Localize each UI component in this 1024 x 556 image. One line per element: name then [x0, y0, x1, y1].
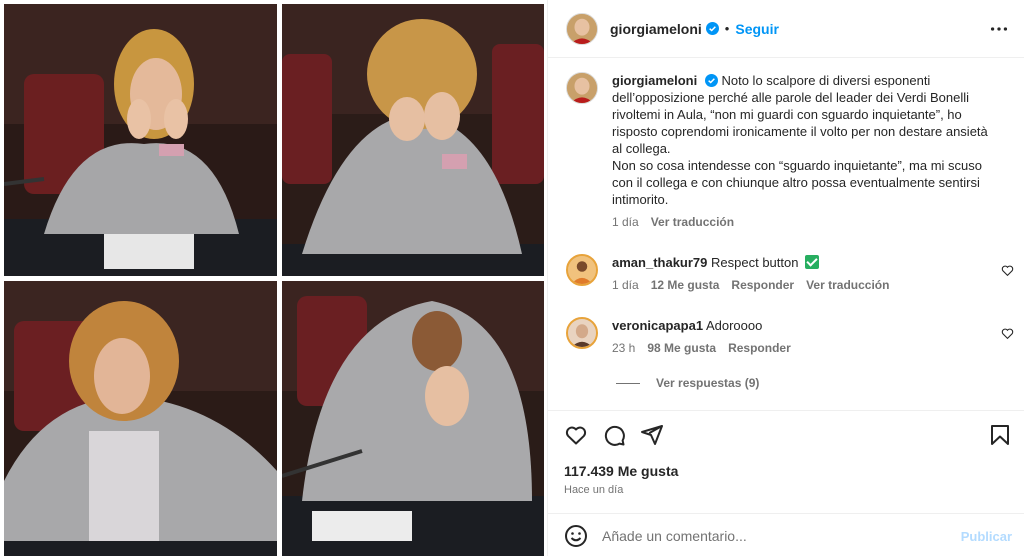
photo-jacket-over-head	[282, 281, 544, 556]
post-media[interactable]	[0, 0, 548, 556]
caption-age: 1 día	[612, 215, 639, 229]
comment-body: veronicapapa1 Adoroooo 23 h 98 Me gusta …	[612, 317, 992, 357]
author-avatar[interactable]	[566, 12, 598, 45]
photo-face-covered-hands	[282, 4, 544, 276]
check-emoji-icon	[805, 255, 820, 269]
emoji-icon[interactable]	[564, 524, 588, 548]
author-username[interactable]: giorgiameloni	[610, 21, 702, 37]
reply-button[interactable]: Responder	[731, 277, 794, 294]
caption: giorgiameloni Noto lo scalpore di divers…	[566, 72, 992, 231]
comment-meta: 23 h 98 Me gusta Responder	[612, 340, 992, 357]
heart-icon[interactable]	[564, 423, 588, 447]
comment-item: aman_thakur79 Respect button 1 día 12 Me…	[566, 254, 992, 294]
bookmark-icon[interactable]	[988, 423, 1012, 447]
post-timestamp: Hace un día	[564, 484, 624, 496]
verified-badge-icon	[704, 74, 718, 87]
comment-input[interactable]	[602, 527, 942, 544]
comments-section[interactable]: giorgiameloni Noto lo scalpore di divers…	[548, 58, 1024, 410]
photo-grimace-arms-open	[4, 281, 277, 556]
caption-body: giorgiameloni Noto lo scalpore di divers…	[612, 72, 992, 231]
reply-button[interactable]: Responder	[728, 340, 791, 357]
comment-body: aman_thakur79 Respect button 1 día 12 Me…	[612, 254, 992, 294]
comment-username[interactable]: aman_thakur79	[612, 255, 707, 270]
commenter-avatar[interactable]	[566, 317, 598, 349]
caption-avatar[interactable]	[566, 72, 598, 104]
comment-username[interactable]: veronicapapa1	[612, 318, 703, 333]
share-icon[interactable]	[640, 423, 664, 447]
comment-translate-link[interactable]: Ver traducción	[806, 277, 889, 294]
follow-button[interactable]: Seguir	[735, 21, 779, 37]
commenter-avatar[interactable]	[566, 254, 598, 286]
action-icons	[564, 423, 664, 447]
post-header: giorgiameloni • Seguir	[548, 0, 1024, 58]
comment-age: 23 h	[612, 341, 636, 355]
view-replies-label: Ver respuestas (9)	[656, 376, 760, 390]
comment-age: 1 día	[612, 278, 639, 292]
caption-text-2: Non so cosa intendesse con “sguardo inqu…	[612, 158, 982, 207]
verified-badge-icon	[705, 22, 719, 35]
comment-likes[interactable]: 98 Me gusta	[647, 340, 716, 357]
publish-button[interactable]: Publicar	[961, 529, 1012, 544]
comment-meta: 1 día 12 Me gusta Responder Ver traducci…	[612, 277, 992, 294]
heart-icon[interactable]	[1001, 264, 1014, 277]
caption-translate-link[interactable]: Ver traducción	[651, 214, 734, 231]
caption-meta: 1 día Ver traducción	[612, 214, 992, 231]
heart-icon[interactable]	[1001, 327, 1014, 340]
caption-username[interactable]: giorgiameloni	[612, 73, 697, 88]
photo-hands-on-cheeks	[4, 4, 277, 276]
comment-text: Adoroooo	[705, 318, 763, 333]
comment-text: Respect button	[711, 255, 799, 270]
comment-likes[interactable]: 12 Me gusta	[651, 277, 720, 294]
comment-composer: Publicar	[548, 513, 1024, 556]
replies-line	[616, 382, 640, 384]
comment-item: veronicapapa1 Adoroooo 23 h 98 Me gusta …	[566, 317, 992, 357]
more-options-icon[interactable]	[988, 18, 1010, 40]
header-separator: •	[724, 21, 730, 36]
view-replies-link[interactable]: Ver respuestas (9)	[616, 376, 759, 390]
instagram-post: giorgiameloni • Seguir giorgiameloni Not…	[0, 0, 1024, 556]
post-sidebar: giorgiameloni • Seguir giorgiameloni Not…	[548, 0, 1024, 556]
likes-count[interactable]: 117.439 Me gusta	[564, 463, 678, 479]
post-actions: 117.439 Me gusta Hace un día Publicar	[548, 410, 1024, 556]
comment-icon[interactable]	[602, 423, 626, 447]
